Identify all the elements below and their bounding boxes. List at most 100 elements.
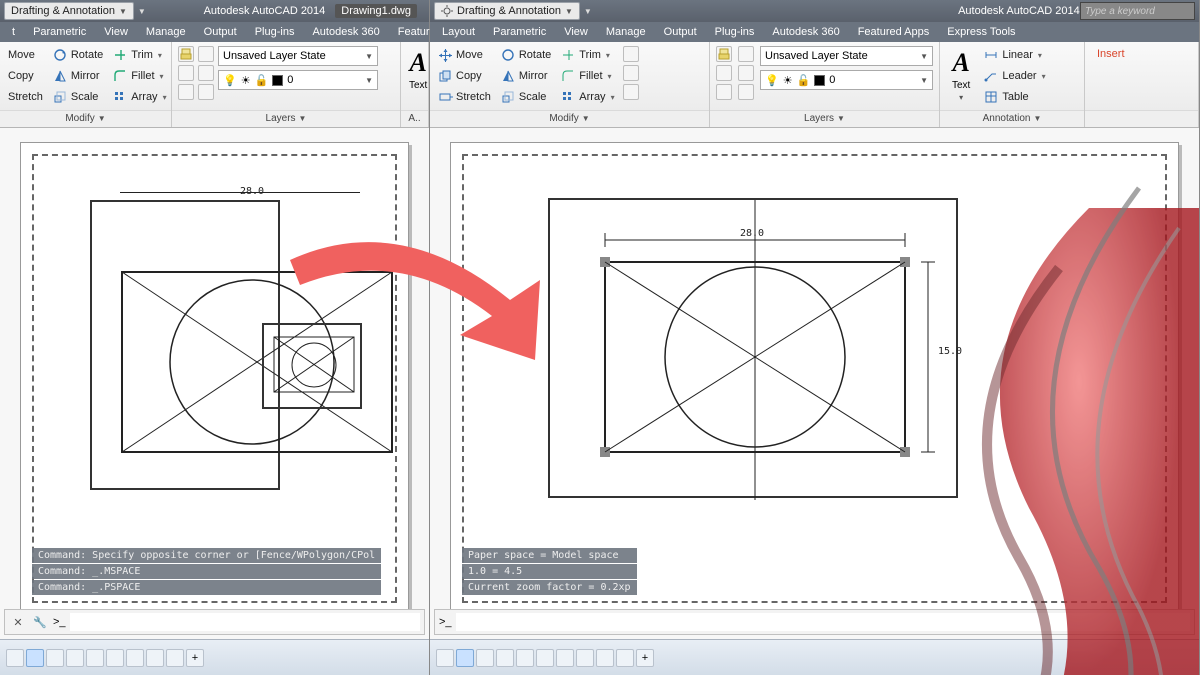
layer-tool-button[interactable]	[198, 84, 214, 100]
status-button[interactable]	[536, 649, 554, 667]
menu-item[interactable]: Autodesk 360	[764, 24, 847, 40]
scale-button[interactable]: Scale	[51, 88, 105, 106]
command-input[interactable]	[70, 613, 420, 631]
leader-button[interactable]: Leader▾	[982, 67, 1047, 85]
status-button[interactable]	[166, 649, 184, 667]
layer-state-dropdown[interactable]: Unsaved Layer State▼	[760, 46, 933, 66]
command-bar[interactable]: >_	[434, 609, 1195, 635]
table-button[interactable]: Table	[982, 88, 1047, 106]
layer-tool-button[interactable]	[198, 46, 214, 62]
drawing-area[interactable]: 28.0 15.0 Paper space = Model space 1.0 …	[430, 128, 1199, 675]
drawing-area[interactable]: 28.0 Command: Specify opposite corner or…	[0, 128, 429, 675]
fillet-button[interactable]: Fillet▾	[111, 67, 168, 85]
menu-item[interactable]: Autodesk 360	[304, 24, 387, 40]
scale-button[interactable]: Scale	[499, 88, 553, 106]
copy-button[interactable]: Copy	[6, 67, 45, 85]
menu-item[interactable]: t	[4, 24, 23, 40]
menu-item[interactable]: Parametric	[485, 24, 554, 40]
array-button[interactable]: Array▾	[559, 88, 616, 106]
menu-item[interactable]: Express Tools	[939, 24, 1023, 40]
workspace-switcher[interactable]: Drafting & Annotation ▼	[4, 2, 134, 20]
layer-current-dropdown[interactable]: 💡 ☀ 🔓 0▼	[218, 70, 378, 90]
menu-item[interactable]: Manage	[138, 24, 194, 40]
wrench-icon[interactable]: 🔧	[31, 613, 49, 631]
status-button[interactable]	[596, 649, 614, 667]
layer-tool-button[interactable]	[178, 84, 194, 100]
viewport[interactable]	[548, 198, 958, 498]
status-button[interactable]	[86, 649, 104, 667]
status-button[interactable]: +	[636, 649, 654, 667]
fillet-button[interactable]: Fillet▾	[559, 67, 616, 85]
modify-extra-button[interactable]	[623, 65, 639, 81]
layout-button[interactable]	[476, 649, 494, 667]
stretch-button[interactable]: Stretch	[436, 88, 493, 106]
menu-item[interactable]: View	[556, 24, 596, 40]
layer-properties-button[interactable]	[178, 46, 194, 62]
mirror-button[interactable]: Mirror	[499, 67, 553, 85]
model-button[interactable]	[26, 649, 44, 667]
mirror-button[interactable]: Mirror	[51, 67, 105, 85]
layer-state-dropdown[interactable]: Unsaved Layer State▼	[218, 46, 378, 66]
menu-item[interactable]: Plug-ins	[247, 24, 303, 40]
array-button[interactable]: Array▾	[111, 88, 168, 106]
layer-tool-button[interactable]	[738, 84, 754, 100]
status-button[interactable]	[616, 649, 634, 667]
status-button[interactable]	[436, 649, 454, 667]
layer-tool-button[interactable]	[716, 65, 732, 81]
linear-dim-button[interactable]: Linear▾	[982, 46, 1047, 64]
status-button[interactable]	[146, 649, 164, 667]
trim-button[interactable]: Trim▾	[559, 46, 616, 64]
modify-extra-button[interactable]	[623, 84, 639, 100]
layout-button[interactable]	[46, 649, 64, 667]
text-button[interactable]: AText▾	[946, 46, 976, 104]
stretch-button[interactable]: Stretch	[6, 88, 45, 106]
menu-item[interactable]: Plug-ins	[707, 24, 763, 40]
titlebar: Drafting & Annotation ▼ ▼ Autodesk AutoC…	[430, 0, 1199, 22]
lightbulb-icon: 💡	[223, 74, 237, 87]
viewport-small[interactable]	[262, 323, 362, 409]
move-button[interactable]: Move	[436, 46, 493, 64]
menu-item[interactable]: Featured Apps	[850, 24, 938, 40]
text-button[interactable]: AText	[403, 46, 433, 93]
move-button[interactable]: Move	[6, 46, 45, 64]
menu-item[interactable]: Layout	[434, 24, 483, 40]
status-button[interactable]	[556, 649, 574, 667]
layer-tool-button[interactable]	[198, 65, 214, 81]
command-line: Command: _.PSPACE	[32, 580, 381, 595]
close-icon[interactable]: ✕	[9, 613, 27, 631]
layer-current-dropdown[interactable]: 💡 ☀ 🔓 0▼	[760, 70, 933, 90]
menu-item[interactable]: Manage	[598, 24, 654, 40]
status-button[interactable]: +	[186, 649, 204, 667]
layer-tool-button[interactable]	[738, 65, 754, 81]
command-input[interactable]	[456, 613, 1190, 631]
menu-item[interactable]: Parametric	[25, 24, 94, 40]
copy-button[interactable]: Copy	[436, 67, 493, 85]
menu-item[interactable]: Output	[196, 24, 245, 40]
search-help-input[interactable]: Type a keyword	[1080, 2, 1195, 20]
menu-item[interactable]: Output	[656, 24, 705, 40]
titlebar: Drafting & Annotation ▼ ▼ Autodesk AutoC…	[0, 0, 429, 22]
status-button[interactable]	[126, 649, 144, 667]
modify-extra-button[interactable]	[623, 46, 639, 62]
menu-item[interactable]: View	[96, 24, 136, 40]
trim-button[interactable]: Trim▾	[111, 46, 168, 64]
viewport[interactable]	[90, 200, 280, 490]
rotate-button[interactable]: Rotate	[499, 46, 553, 64]
insert-button[interactable]: Insert	[1091, 46, 1131, 62]
dimension-height: 15.0	[938, 346, 962, 357]
model-button[interactable]	[456, 649, 474, 667]
status-button[interactable]	[516, 649, 534, 667]
status-button[interactable]	[496, 649, 514, 667]
workspace-switcher[interactable]: Drafting & Annotation ▼	[434, 2, 580, 20]
layer-tool-button[interactable]	[716, 84, 732, 100]
command-bar[interactable]: ✕ 🔧 >_	[4, 609, 425, 635]
lightbulb-icon: 💡	[765, 74, 779, 87]
layer-properties-button[interactable]	[716, 46, 732, 62]
rotate-button[interactable]: Rotate	[51, 46, 105, 64]
status-button[interactable]	[66, 649, 84, 667]
status-button[interactable]	[576, 649, 594, 667]
layer-tool-button[interactable]	[738, 46, 754, 62]
layer-tool-button[interactable]	[178, 65, 194, 81]
status-button[interactable]	[6, 649, 24, 667]
status-button[interactable]	[106, 649, 124, 667]
